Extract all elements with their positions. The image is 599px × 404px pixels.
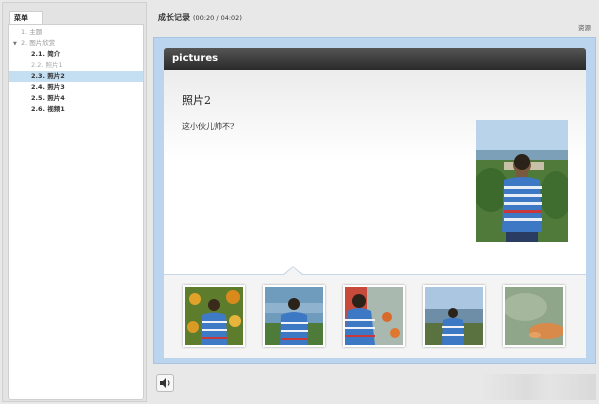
bottom-shade xyxy=(480,374,596,400)
menu-item-topic[interactable]: 1. 主题 xyxy=(9,27,143,38)
slide-header: pictures xyxy=(164,48,586,70)
sidebar: 菜单 1. 主题 ▼ 2. 图片欣赏 2.1. 简介 2.2. 照片1 2.3. … xyxy=(2,2,147,402)
menu-item-intro[interactable]: 2.1. 简介 xyxy=(9,49,143,60)
caret-down-icon[interactable]: ▼ xyxy=(13,39,21,50)
menu-item-gallery[interactable]: ▼ 2. 图片欣赏 xyxy=(9,38,143,49)
thumbnail-2-image xyxy=(265,287,323,345)
title-text: 成长记录 xyxy=(158,13,190,22)
photo-title: 照片2 xyxy=(182,94,211,107)
thumbnail-strip xyxy=(164,266,586,358)
menu-item-photo2[interactable]: 2.3. 照片2 xyxy=(9,71,143,82)
thumbnail-1[interactable] xyxy=(183,285,245,347)
speaker-icon xyxy=(160,378,170,388)
menu-item-video1[interactable]: 2.6. 视频1 xyxy=(9,104,143,115)
menu-panel: 1. 主题 ▼ 2. 图片欣赏 2.1. 简介 2.2. 照片1 2.3. 照片2… xyxy=(8,24,144,400)
menu-item-photo1[interactable]: 2.2. 照片1 xyxy=(9,60,143,71)
menu-tab[interactable]: 菜单 xyxy=(9,11,43,25)
menu-item-photo3[interactable]: 2.4. 照片3 xyxy=(9,82,143,93)
thumbnail-2[interactable] xyxy=(263,285,325,347)
resources-link[interactable]: 资源 xyxy=(578,22,591,32)
presentation-title: 成长记录 (00:20 / 04:02) xyxy=(158,12,242,23)
slide-stage: pictures 照片2 这小伙儿帅不? xyxy=(153,37,596,364)
main-photo-image xyxy=(476,120,568,242)
content-panel: 照片2 这小伙儿帅不? xyxy=(164,70,586,274)
main-photo xyxy=(476,120,568,242)
slide-body: 照片2 这小伙儿帅不? xyxy=(164,70,586,358)
audio-button[interactable] xyxy=(156,374,174,392)
thumbnail-5-image xyxy=(505,287,563,345)
thumbnail-3[interactable] xyxy=(343,285,405,347)
menu-item-photo4[interactable]: 2.5. 照片4 xyxy=(9,93,143,104)
playback-time: (00:20 / 04:02) xyxy=(193,14,242,22)
menu-item-gallery-label: 2. 图片欣赏 xyxy=(21,39,56,47)
thumbnail-1-image xyxy=(185,287,243,345)
strip-pointer xyxy=(282,266,304,276)
thumbnail-4-image xyxy=(425,287,483,345)
thumbnail-4[interactable] xyxy=(423,285,485,347)
thumbnail-5[interactable] xyxy=(503,285,565,347)
photo-caption: 这小伙儿帅不? xyxy=(182,122,235,131)
thumbnail-3-image xyxy=(345,287,403,345)
